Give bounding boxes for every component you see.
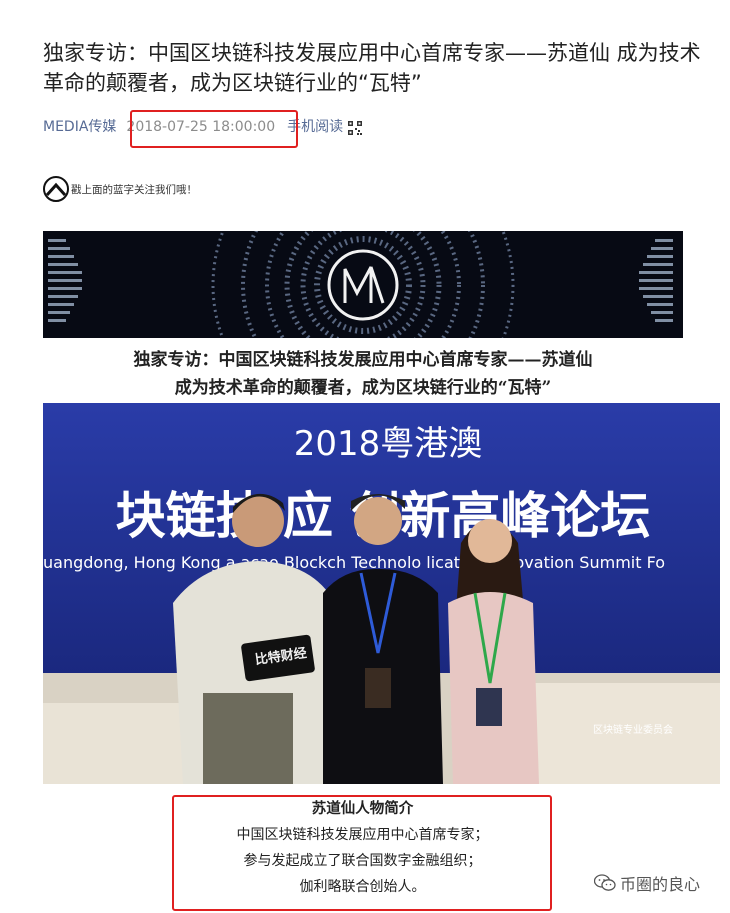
m-logo-icon [327,249,399,321]
follow-text: 戳上面的蓝字关注我们哦！ [71,183,197,196]
source-link[interactable]: MEDIA传媒 [43,116,116,138]
image-caption: 独家专访：中国区块链科技发展应用中心首席专家——苏道仙 成为技术革命的颠覆者，成… [43,346,683,402]
follow-prompt: 戳上面的蓝字关注我们哦！ [43,176,197,202]
backdrop-english-text: uangdong, Hong Kong a acao Blockch Techn… [43,553,665,572]
caption-line-2: 成为技术革命的颠覆者，成为区块链行业的“瓦特” [174,378,552,398]
date-highlight-box [130,110,298,148]
backdrop-year-text: 2018粤港澳 [294,424,483,464]
qr-code-icon[interactable] [348,120,363,135]
committee-text: 区块链专业委员会 [593,723,673,736]
arrow-up-icon [43,176,69,202]
article-title: 独家专访：中国区块链科技发展应用中心首席专家——苏道仙 成为技术革命的颠覆者，成… [43,41,701,95]
bio-highlight-box [172,795,552,911]
event-photo: 2018粤港澳 块链技 应 创新高峰论坛 uangdong, Hong Kong… [43,403,720,784]
wechat-icon [593,874,616,892]
banner-image [43,231,683,338]
caption-line-1: 独家专访：中国区块链科技发展应用中心首席专家——苏道仙 [133,350,593,370]
watermark: 币圈的良心 [593,871,701,895]
watermark-text: 币圈的良心 [620,875,701,894]
